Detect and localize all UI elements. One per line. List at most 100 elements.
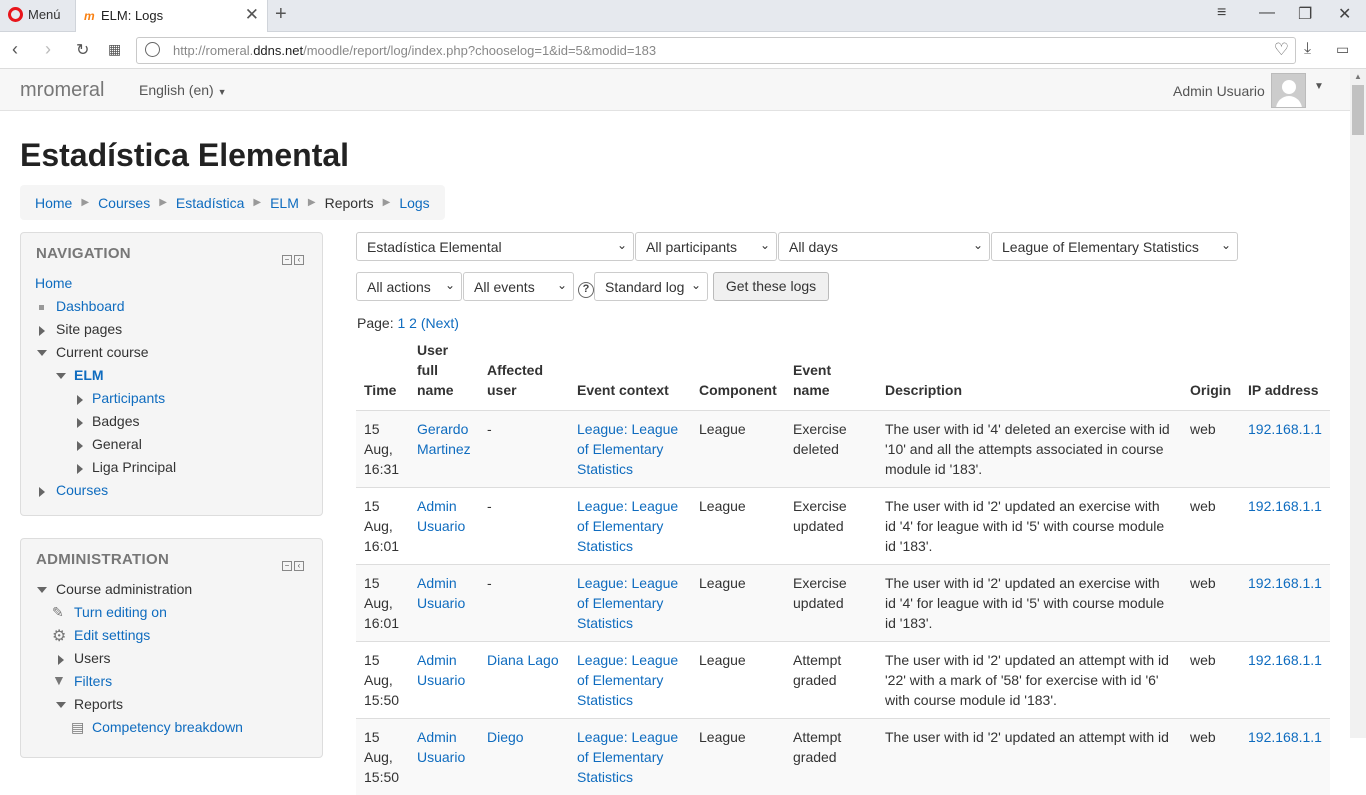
download-icon[interactable]: ⤓ [1304,40,1311,58]
admin-edit-settings[interactable]: Edit settings [74,627,150,643]
user-menu-caret-icon[interactable]: ▼ [1314,81,1324,92]
cell-ip-link[interactable]: 192.168.1.1 [1248,498,1322,514]
chevron-down-icon: ⌄ [617,238,627,252]
help-icon[interactable]: ? [578,282,594,298]
admin-competency-breakdown[interactable]: Competency breakdown [92,719,243,735]
cell-ip-link[interactable]: 192.168.1.1 [1248,575,1322,591]
nav-badges[interactable]: Badges [92,413,139,429]
breadcrumb-category[interactable]: Estadística [176,195,244,211]
collapse-icon[interactable] [56,702,66,708]
scrollbar[interactable]: ▲ [1350,69,1366,738]
restore-icon[interactable]: ❐ [1298,4,1312,24]
days-select[interactable]: All days⌄ [778,232,990,261]
table-row: 15 Aug, 16:01 Admin Usuario - League: Le… [356,565,1330,642]
pager-page-2[interactable]: 2 [409,315,417,331]
nav-courses[interactable]: Courses [56,482,108,498]
nav-dashboard[interactable]: Dashboard [56,298,125,314]
dock-block-icon[interactable]: − [282,561,292,571]
events-select[interactable]: All events⌄ [463,272,574,301]
cell-context-link[interactable]: League: League of Elementary Statistics [577,421,678,477]
cell-origin: web [1182,565,1240,642]
admin-filters[interactable]: Filters [74,673,112,689]
admin-course-administration[interactable]: Course administration [56,581,192,597]
expand-icon[interactable] [77,441,83,451]
site-brand[interactable]: mromeral [20,79,104,102]
cell-origin: web [1182,719,1240,795]
scrollbar-thumb[interactable] [1352,85,1364,135]
browser-menu-button[interactable]: Menú [8,7,61,22]
cell-user-link[interactable]: Admin Usuario [417,652,465,688]
reload-icon[interactable]: ↻ [76,40,89,60]
breadcrumb-courses[interactable]: Courses [98,195,150,211]
nav-liga-principal[interactable]: Liga Principal [92,459,176,475]
collapse-icon[interactable] [56,373,66,379]
logtype-select[interactable]: Standard log⌄ [594,272,708,301]
expand-icon[interactable] [39,326,45,336]
cell-user-link[interactable]: Admin Usuario [417,729,465,765]
expand-icon[interactable] [58,655,64,665]
cell-context-link[interactable]: League: League of Elementary Statistics [577,575,678,631]
cell-ip-link[interactable]: 192.168.1.1 [1248,729,1322,745]
nav-site-pages[interactable]: Site pages [56,321,122,337]
admin-reports[interactable]: Reports [74,696,123,712]
speed-dial-icon[interactable]: ▦ [108,41,121,58]
expand-icon[interactable] [77,418,83,428]
cell-ip-link[interactable]: 192.168.1.1 [1248,652,1322,668]
cell-user-link[interactable]: Admin Usuario [417,498,465,534]
nav-home[interactable]: Home [35,275,72,291]
window-close-icon[interactable]: ✕ [1338,4,1351,24]
table-row: 15 Aug, 15:50 Admin Usuario Diego League… [356,719,1330,795]
new-tab-icon[interactable]: + [275,3,287,26]
cell-affected-link[interactable]: Diana Lago [487,652,559,668]
hide-block-icon[interactable]: ‹ [294,561,304,571]
expand-icon[interactable] [77,395,83,405]
bookmark-heart-icon[interactable]: ♡ [1274,40,1289,60]
col-origin: Origin [1182,338,1240,411]
pager-next[interactable]: (Next) [421,315,459,331]
breadcrumb-logs[interactable]: Logs [399,195,429,211]
opera-logo-icon [8,7,23,22]
url-text: http://romeral.ddns.net/moodle/report/lo… [173,43,656,58]
close-tab-icon[interactable]: ✕ [245,5,259,25]
hide-block-icon[interactable]: ‹ [294,255,304,265]
course-select[interactable]: Estadística Elemental⌄ [356,232,634,261]
breadcrumb-home[interactable]: Home [35,195,72,211]
collapse-icon[interactable] [37,350,47,356]
admin-users[interactable]: Users [74,650,111,666]
language-menu[interactable]: English (en) ▼ [139,82,227,98]
browser-tab[interactable]: m ELM: Logs ✕ [75,0,268,32]
nav-course-elm[interactable]: ELM [74,367,104,383]
cell-context-link[interactable]: League: League of Elementary Statistics [577,498,678,554]
expand-icon[interactable] [39,487,45,497]
pager-page-1[interactable]: 1 [397,315,405,331]
scroll-up-icon[interactable]: ▲ [1354,72,1362,81]
back-icon[interactable]: ‹ [12,39,18,60]
cell-context-link[interactable]: League: League of Elementary Statistics [577,652,678,708]
breadcrumb-course[interactable]: ELM [270,195,299,211]
tab-menu-icon[interactable]: ≡ [1217,4,1226,22]
minimize-icon[interactable]: — [1259,4,1275,22]
cell-ip-link[interactable]: 192.168.1.1 [1248,421,1322,437]
nav-participants[interactable]: Participants [92,390,165,406]
participants-select[interactable]: All participants⌄ [635,232,777,261]
user-name[interactable]: Admin Usuario [1173,83,1265,99]
dock-block-icon[interactable]: − [282,255,292,265]
collapse-icon[interactable] [37,587,47,593]
cell-user-link[interactable]: Gerardo Martinez [417,421,471,457]
breadcrumb-separator-icon: ▶ [383,197,391,208]
cell-affected-link[interactable]: Diego [487,729,524,745]
forward-icon[interactable]: › [45,39,51,60]
battery-icon[interactable]: ▭ [1336,41,1349,58]
get-these-logs-button[interactable]: Get these logs [713,272,829,301]
nav-general[interactable]: General [92,436,142,452]
expand-icon[interactable] [77,464,83,474]
admin-turn-editing-on[interactable]: Turn editing on [74,604,167,620]
activity-select[interactable]: League of Elementary Statistics⌄ [991,232,1238,261]
actions-select[interactable]: All actions⌄ [356,272,462,301]
avatar[interactable] [1271,73,1306,108]
url-field[interactable]: http://romeral.ddns.net/moodle/report/lo… [136,37,1296,64]
breadcrumb-reports: Reports [325,195,374,211]
nav-current-course[interactable]: Current course [56,344,149,360]
cell-context-link[interactable]: League: League of Elementary Statistics [577,729,678,785]
cell-user-link[interactable]: Admin Usuario [417,575,465,611]
